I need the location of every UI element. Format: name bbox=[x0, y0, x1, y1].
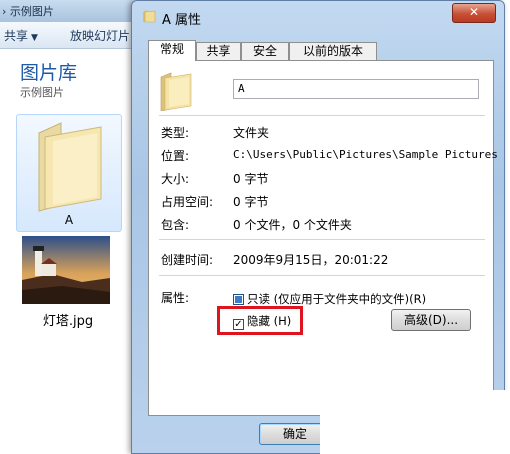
divider bbox=[159, 239, 485, 240]
created-label: 创建时间: bbox=[161, 253, 214, 267]
attributes-label: 属性: bbox=[161, 291, 190, 305]
dialog-title-bar[interactable]: A 属性 ✕ bbox=[132, 1, 504, 33]
divider bbox=[159, 115, 485, 116]
advanced-button[interactable]: 高级(D)... bbox=[391, 309, 471, 331]
tab-sharing[interactable]: 共享 bbox=[196, 42, 241, 60]
size-value: 0 字节 bbox=[233, 172, 269, 186]
size-on-disk-value: 0 字节 bbox=[233, 195, 269, 209]
photo-item-label[interactable]: 灯塔.jpg bbox=[22, 310, 114, 329]
share-label: 共享 bbox=[4, 29, 29, 43]
folder-icon bbox=[38, 122, 102, 212]
created-value: 2009年9月15日，20:01:22 bbox=[233, 253, 389, 267]
location-label: 位置: bbox=[161, 149, 190, 163]
explorer-toolbar: 共享 ▼ 放映幻灯片 bbox=[0, 22, 140, 49]
divider bbox=[159, 275, 485, 276]
lighthouse-thumbnail[interactable] bbox=[22, 236, 110, 304]
slideshow-button[interactable]: 放映幻灯片 bbox=[70, 27, 130, 44]
contains-value: 0 个文件，0 个文件夹 bbox=[233, 218, 352, 232]
properties-dialog: A 属性 ✕ 常规 共享 安全 以前的版本 A 类型: 文件夹 位置: C:\U… bbox=[131, 0, 505, 454]
readonly-label: 只读 (仅应用于文件夹中的文件)(R) bbox=[247, 292, 427, 306]
chevron-down-icon: ▼ bbox=[31, 33, 38, 43]
folder-item-label: A bbox=[64, 213, 74, 227]
size-label: 大小: bbox=[161, 172, 190, 186]
tab-previous-versions[interactable]: 以前的版本 bbox=[289, 42, 377, 60]
type-label: 类型: bbox=[161, 126, 190, 140]
general-tab-panel: A 类型: 文件夹 位置: C:\Users\Public\Pictures\S… bbox=[148, 60, 498, 416]
dialog-title: A 属性 bbox=[162, 13, 202, 28]
address-text: › 示例图片 bbox=[2, 5, 54, 18]
type-value: 文件夹 bbox=[233, 126, 270, 140]
tab-general[interactable]: 常规 bbox=[148, 40, 196, 61]
library-subtitle: 示例图片 bbox=[20, 86, 64, 99]
readonly-checkbox[interactable]: 只读 (仅应用于文件夹中的文件)(R) bbox=[233, 291, 426, 307]
highlight-annotation bbox=[217, 306, 303, 335]
white-overlay bbox=[320, 390, 510, 454]
location-value: C:\Users\Public\Pictures\Sample Pictures bbox=[233, 148, 498, 161]
folder-item-a[interactable]: A bbox=[16, 114, 122, 232]
contains-label: 包含: bbox=[161, 218, 190, 232]
folder-icon bbox=[143, 10, 156, 23]
folder-name-input[interactable]: A bbox=[233, 79, 479, 99]
close-icon: ✕ bbox=[468, 5, 480, 19]
folder-icon bbox=[160, 72, 192, 111]
tab-security[interactable]: 安全 bbox=[241, 42, 289, 60]
size-on-disk-label: 占用空间: bbox=[161, 195, 214, 209]
checkbox-indeterminate-icon[interactable] bbox=[233, 294, 244, 305]
address-bar[interactable]: › 示例图片 bbox=[0, 0, 140, 22]
share-menu-button[interactable]: 共享 ▼ bbox=[4, 27, 38, 44]
library-title: 图片库 bbox=[20, 62, 78, 84]
close-button[interactable]: ✕ bbox=[452, 3, 496, 23]
